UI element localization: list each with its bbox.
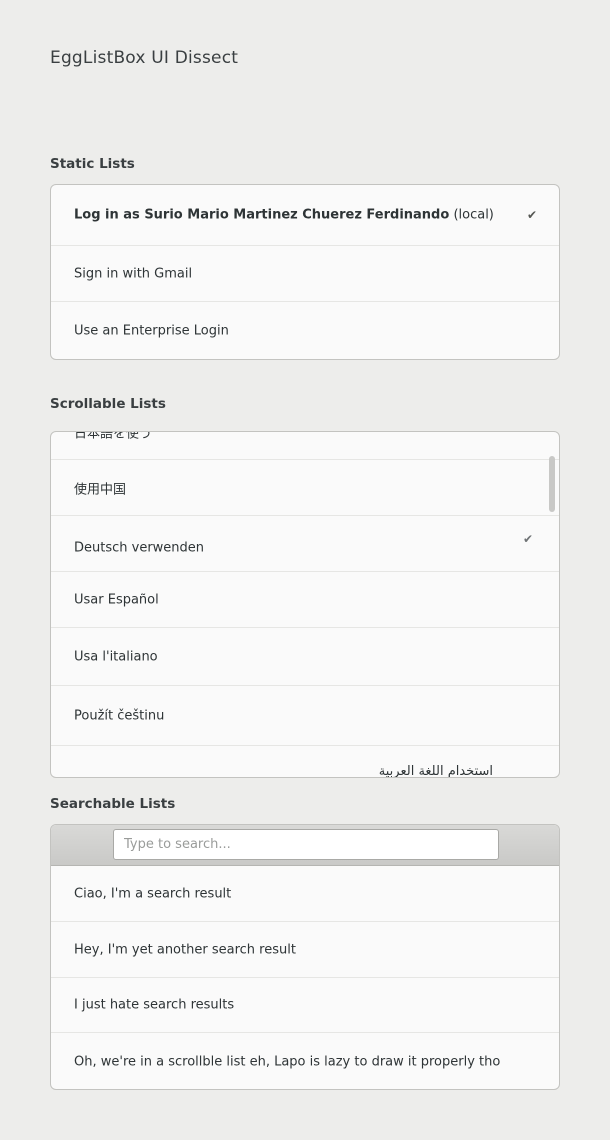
scrollable-list-row-chinese[interactable]: 使用中国	[51, 460, 559, 516]
search-result-row[interactable]: Hey, I'm yet another search result	[51, 922, 559, 978]
static-lists-heading: Static Lists	[50, 156, 135, 172]
scrollbar[interactable]	[549, 456, 555, 512]
checkmark-icon: ✔	[522, 532, 533, 547]
searchable-lists-heading: Searchable Lists	[50, 796, 176, 812]
search-result-row[interactable]: I just hate search results	[51, 978, 559, 1033]
row-label: I just hate search results	[74, 997, 235, 1013]
search-result-row[interactable]: Ciao, I'm a search result	[51, 866, 559, 922]
row-label: 日本語を使う	[74, 431, 153, 441]
window-title: EggListBox UI Dissect	[50, 48, 239, 68]
scrollable-list-row-spanish[interactable]: Usar Español	[51, 572, 559, 628]
searchable-list: Ciao, I'm a search result Hey, I'm yet a…	[50, 824, 560, 1090]
scrollable-list-row-arabic[interactable]: استخدام اللغة العربية	[51, 746, 559, 778]
scrollable-lists-heading: Scrollable Lists	[50, 396, 166, 412]
scrollable-list-row-german[interactable]: Deutsch verwenden ✔	[51, 516, 559, 572]
scrollable-list-row-czech[interactable]: Použít češtinu	[51, 686, 559, 746]
row-label: Deutsch verwenden	[74, 540, 205, 556]
row-label: استخدام اللغة العربية	[378, 764, 493, 778]
static-list-row-local-login[interactable]: Log in as Surio Mario Martinez Chuerez F…	[51, 185, 559, 246]
row-label-suffix: (local)	[449, 207, 494, 223]
search-input[interactable]	[113, 829, 499, 860]
row-label: Ciao, I'm a search result	[74, 886, 232, 901]
checkmark-icon: ✔	[526, 208, 537, 222]
row-label: 使用中国	[74, 482, 127, 497]
row-label: Use an Enterprise Login	[74, 323, 229, 338]
row-label-bold: Log in as Surio Mario Martinez Chuerez F…	[74, 207, 450, 223]
static-list: Log in as Surio Mario Martinez Chuerez F…	[50, 184, 560, 360]
scrollable-list[interactable]: 日本語を使う 使用中国 Deutsch verwenden ✔ Usar Esp…	[50, 431, 560, 778]
row-label: Log in as Surio Mario Martinez Chuerez F…	[74, 208, 494, 223]
search-result-row[interactable]: Oh, we're in a scrollble list eh, Lapo i…	[51, 1033, 559, 1089]
search-bar	[51, 825, 559, 866]
static-list-row-gmail[interactable]: Sign in with Gmail	[51, 246, 559, 302]
row-label: Usa l'italiano	[74, 649, 158, 664]
row-label: Sign in with Gmail	[74, 266, 193, 281]
row-label: Usar Español	[74, 592, 159, 607]
static-list-row-enterprise[interactable]: Use an Enterprise Login	[51, 302, 559, 359]
scrollable-list-row-japanese[interactable]: 日本語を使う	[51, 431, 559, 460]
scrollable-list-row-italian[interactable]: Usa l'italiano	[51, 628, 559, 686]
row-label: Použít češtinu	[74, 708, 165, 723]
row-label: Oh, we're in a scrollble list eh, Lapo i…	[74, 1054, 501, 1070]
row-label: Hey, I'm yet another search result	[74, 942, 296, 957]
